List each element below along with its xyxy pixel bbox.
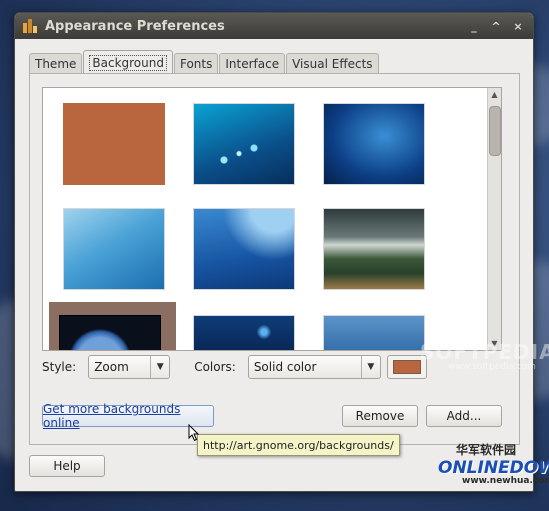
window-title: Appearance Preferences xyxy=(45,18,225,34)
tab-visual-effects[interactable]: Visual Effects xyxy=(286,53,379,74)
wallpaper-light-blue-waves[interactable] xyxy=(63,208,165,290)
mouse-pointer-icon xyxy=(188,424,200,442)
wallpaper-mountain-landscape[interactable] xyxy=(323,208,425,290)
add-button[interactable]: Add... xyxy=(426,405,502,427)
color-swatch xyxy=(392,360,421,374)
wallpaper-gallery[interactable]: ▲ ▼ xyxy=(42,87,502,351)
remove-button[interactable]: Remove xyxy=(342,405,418,427)
softpedia-watermark: SOFTPEDIA xyxy=(420,340,549,364)
scroll-up-icon[interactable]: ▲ xyxy=(488,88,501,101)
colors-label: Colors: xyxy=(194,360,236,374)
url-tooltip: http://art.gnome.org/backgrounds/ xyxy=(197,434,400,456)
colors-combo[interactable]: Solid color ▼ xyxy=(247,355,381,379)
wallpaper-deep-blue[interactable] xyxy=(323,103,425,185)
wallpaper-soft-blue[interactable] xyxy=(323,315,425,350)
style-value: Zoom xyxy=(94,360,129,374)
gallery-scrollbar[interactable]: ▲ ▼ xyxy=(487,88,501,350)
titlebar[interactable]: Appearance Preferences _ ^ × xyxy=(15,13,533,39)
wallpaper-dark-blue-sparkle[interactable] xyxy=(193,315,295,350)
chevron-down-icon: ▼ xyxy=(150,356,169,378)
wallpaper-earth-from-space[interactable] xyxy=(59,315,161,350)
colors-value: Solid color xyxy=(253,360,317,374)
help-button[interactable]: Help xyxy=(29,455,105,477)
wallpaper-blue-curves[interactable] xyxy=(193,208,295,290)
chevron-down-icon: ▼ xyxy=(360,356,380,378)
appearance-preferences-window: Appearance Preferences _ ^ × Theme Backg… xyxy=(14,12,534,492)
onlinedown-logo: ONLINEDOWN xyxy=(438,458,549,478)
wallpaper-blue-bokeh[interactable] xyxy=(193,103,295,185)
tab-background[interactable]: Background xyxy=(83,50,173,74)
tab-theme[interactable]: Theme xyxy=(29,53,83,74)
close-button[interactable]: × xyxy=(509,18,527,34)
appearance-app-icon xyxy=(23,19,37,33)
tab-bar: Theme Background Fonts Interface Visual … xyxy=(29,50,380,74)
scrollbar-thumb[interactable] xyxy=(489,106,501,156)
background-panel: ▲ ▼ Style: Zoom ▼ Colors: Solid color ▼ … xyxy=(29,73,520,445)
tab-fonts[interactable]: Fonts xyxy=(173,53,219,74)
minimize-button[interactable]: _ xyxy=(465,18,483,34)
maximize-button[interactable]: ^ xyxy=(487,18,505,34)
site-name-cn: 华军软件园 xyxy=(456,443,517,457)
style-combo[interactable]: Zoom ▼ xyxy=(88,355,171,379)
wallpaper-solid-brown[interactable] xyxy=(63,103,165,185)
tab-interface[interactable]: Interface xyxy=(219,53,286,74)
style-label: Style: xyxy=(42,360,77,374)
softpedia-url-watermark: www.softpedia.com xyxy=(448,362,536,372)
site-url: www.newhua.com xyxy=(462,476,549,486)
